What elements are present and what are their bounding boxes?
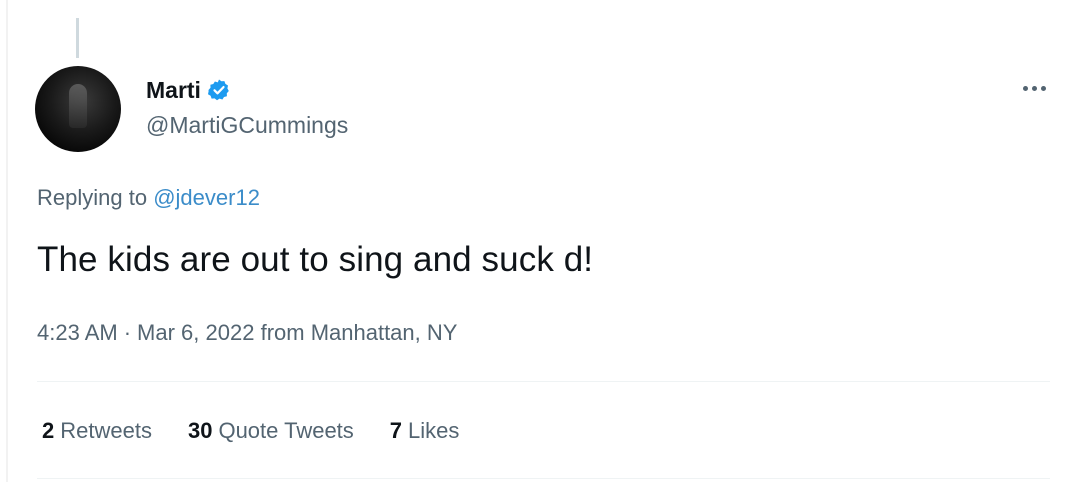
more-dot [1022,85,1028,91]
author-name-row: Marti [146,74,231,106]
tweet-text: The kids are out to sing and suck d! [37,240,594,279]
retweets-count: 2 [42,418,55,443]
divider [37,381,1050,382]
avatar-figure [69,84,87,128]
more-dot [1031,85,1037,91]
thread-connector-line [76,18,79,58]
author-display-name[interactable]: Marti [146,77,201,104]
replying-to-prefix: Replying to [37,185,148,210]
tweet-stats: 2 Retweets 30 Quote Tweets 7 Likes [42,418,459,444]
retweets-stat[interactable]: 2 Retweets [42,418,152,444]
quote-tweets-count: 30 [187,418,213,443]
more-dot [1040,85,1046,91]
replying-to: Replying to @jdever12 [37,185,260,211]
left-border [6,0,8,482]
quote-tweets-stat[interactable]: 30 Quote Tweets [188,418,354,444]
tweet-metadata: 4:23 AM · Mar 6, 2022 from Manhattan, NY [37,320,457,346]
tweet-detail: Marti @MartiGCummings Replying to @jdeve… [0,0,1065,482]
avatar[interactable] [35,66,121,152]
quote-tweets-label: Quote Tweets [218,418,354,443]
author-handle[interactable]: @MartiGCummings [146,112,348,139]
replying-to-handle-link[interactable]: @jdever12 [153,185,260,210]
likes-count: 7 [389,418,403,443]
likes-stat[interactable]: 7 Likes [390,418,460,444]
likes-label: Likes [408,418,460,443]
divider [37,478,1050,479]
more-options-button[interactable] [1015,76,1053,100]
retweets-label: Retweets [60,418,152,443]
tweet-date[interactable]: Mar 6, 2022 [137,320,254,345]
verified-badge-icon [207,78,231,102]
tweet-time[interactable]: 4:23 AM [37,320,118,345]
meta-separator: · [123,320,132,345]
tweet-location: from Manhattan, NY [260,320,458,345]
